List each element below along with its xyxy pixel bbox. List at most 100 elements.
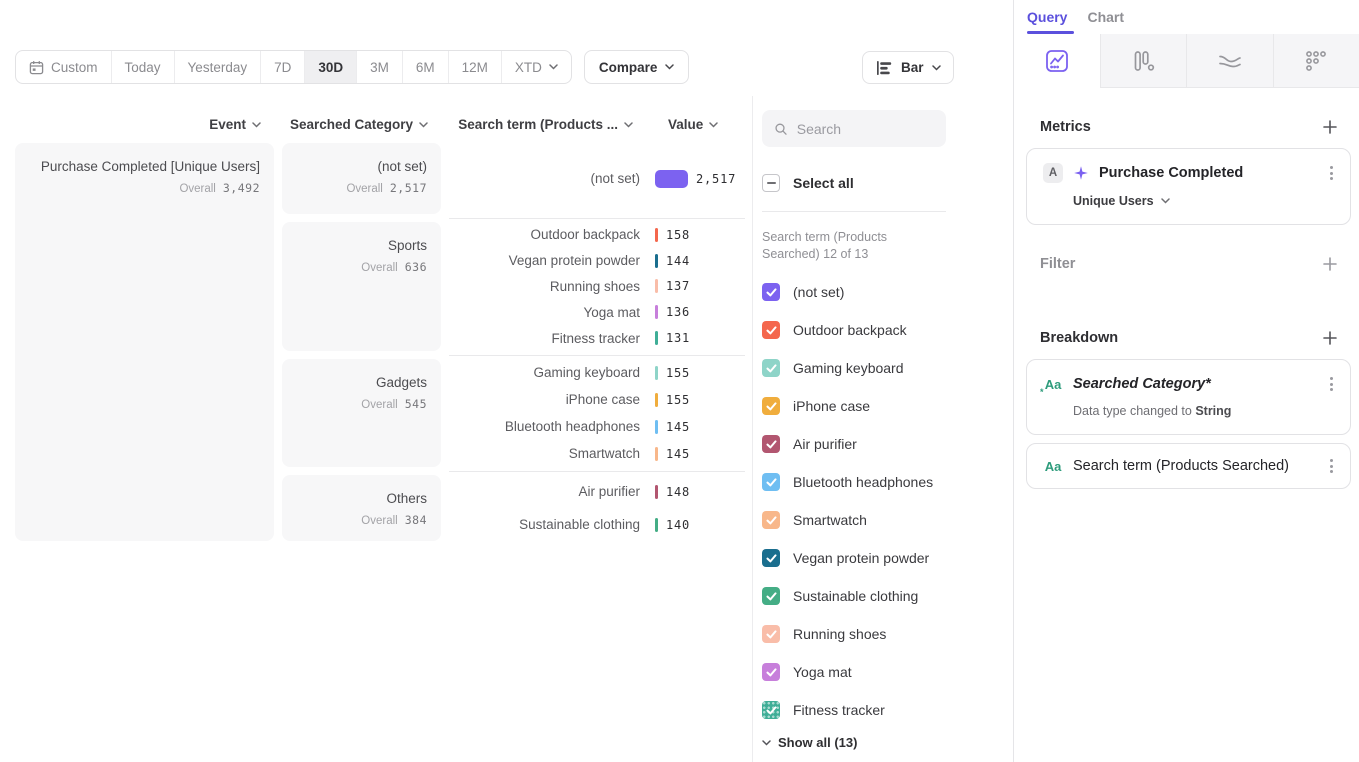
legend-item-list: (not set)Outdoor backpack Gaming keyboard… [762, 273, 946, 729]
chevron-down-icon [665, 64, 674, 70]
breakdown-card-searched-category[interactable]: Aa* Searched Category* Data type changed… [1026, 359, 1351, 435]
chart-type-button[interactable]: Bar [862, 51, 954, 84]
breakdown-section-heading: Breakdown [1040, 329, 1339, 347]
table-row[interactable]: (not set)2,517 [449, 143, 745, 214]
visualization-tabs [1014, 34, 1359, 88]
filter-option-outdoor-backpack[interactable]: Outdoor backpack [762, 311, 946, 349]
tab-query[interactable]: Query [1027, 9, 1067, 34]
table-row[interactable]: Smartwatch145 [449, 440, 745, 467]
term-label: Air purifier [449, 484, 640, 499]
category-card-not-set[interactable]: (not set)Overall2,517 [282, 143, 441, 214]
checkbox[interactable] [762, 321, 780, 339]
filter-option-smartwatch[interactable]: Smartwatch [762, 501, 946, 539]
table-row[interactable]: Fitness tracker131 [449, 325, 745, 351]
checkbox[interactable] [762, 663, 780, 681]
table-row[interactable]: Running shoes137 [449, 274, 745, 300]
value-bar [655, 279, 658, 293]
table-row[interactable]: Air purifier148 [449, 475, 745, 508]
column-header-search-term[interactable]: Search term (Products ... [400, 117, 633, 132]
filter-option-sustainable-clothing[interactable]: Sustainable clothing [762, 577, 946, 615]
add-filter-button[interactable] [1321, 255, 1339, 273]
flows-icon [1217, 49, 1243, 73]
check-icon [766, 592, 777, 601]
category-overall: Overall384 [292, 513, 427, 527]
table-row[interactable]: Gaming keyboard 155 [449, 359, 745, 386]
filter-option-not-set[interactable]: (not set) [762, 273, 946, 311]
date-range-xtd[interactable]: XTD [501, 51, 571, 83]
search-input[interactable] [797, 121, 934, 137]
checkbox[interactable] [762, 283, 780, 301]
checkbox[interactable] [762, 625, 780, 643]
column-header-event[interactable]: Event [15, 117, 261, 132]
filter-option-running-shoes[interactable]: Running shoes [762, 615, 946, 653]
term-value: 140 [666, 518, 690, 532]
kebab-menu-icon[interactable] [1327, 456, 1336, 476]
checkbox[interactable] [762, 473, 780, 491]
date-range-12m[interactable]: 12M [448, 51, 501, 83]
table-row[interactable]: Bluetooth headphones145 [449, 413, 745, 440]
select-all-option[interactable]: Select all [762, 174, 946, 192]
table-row[interactable]: iPhone case155 [449, 386, 745, 413]
select-all-checkbox[interactable] [762, 174, 780, 192]
kebab-menu-icon[interactable] [1327, 163, 1336, 183]
filter-option-iphone-case[interactable]: iPhone case [762, 387, 946, 425]
checkbox[interactable] [762, 359, 780, 377]
term-value: 2,517 [696, 172, 736, 186]
event-card[interactable]: Purchase Completed [Unique Users] Overal… [15, 143, 274, 541]
metrics-section-heading: Metrics [1040, 118, 1339, 136]
show-all-button[interactable]: Show all (13) [762, 735, 946, 750]
metric-measure-dropdown[interactable]: Unique Users [1073, 194, 1336, 208]
date-range-7d[interactable]: 7D [260, 51, 304, 83]
filter-option-gaming-keyboard[interactable]: Gaming keyboard [762, 349, 946, 387]
filter-option-air-purifier[interactable]: Air purifier [762, 425, 946, 463]
legend-caption: Search term (Products Searched) 12 of 13 [762, 229, 946, 262]
tab-flows[interactable] [1186, 34, 1273, 88]
table-row[interactable]: Yoga mat136 [449, 299, 745, 325]
checkbox[interactable] [762, 397, 780, 415]
metric-card[interactable]: A Purchase Completed Unique Users [1026, 148, 1351, 225]
date-range-6m[interactable]: 6M [402, 51, 448, 83]
checkbox[interactable] [762, 701, 780, 719]
filter-option-label: Running shoes [793, 626, 886, 642]
category-card-gadgets[interactable]: GadgetsOverall545 [282, 359, 441, 467]
chevron-down-icon [762, 740, 771, 746]
value-bar [655, 518, 658, 532]
table-row[interactable]: Sustainable clothing140 [449, 508, 745, 541]
filter-option-yoga-mat[interactable]: Yoga mat [762, 653, 946, 691]
checkbox[interactable] [762, 587, 780, 605]
table-row[interactable]: Outdoor backpack158 [449, 222, 745, 248]
term-value: 155 [666, 366, 690, 380]
checkbox[interactable] [762, 511, 780, 529]
category-card-others[interactable]: OthersOverall384 [282, 475, 441, 541]
category-card-sports[interactable]: SportsOverall636 [282, 222, 441, 351]
breakdown-card-search-term[interactable]: Aa Search term (Products Searched) [1026, 443, 1351, 489]
term-label: Yoga mat [449, 305, 640, 320]
tab-funnels[interactable] [1100, 34, 1187, 88]
tab-insights[interactable] [1014, 34, 1100, 88]
date-range-30d[interactable]: 30D [304, 51, 356, 83]
term-value: 155 [666, 393, 690, 407]
add-metric-button[interactable] [1321, 118, 1339, 136]
date-range-3m[interactable]: 3M [356, 51, 402, 83]
filter-option-bluetooth-headphones[interactable]: Bluetooth headphones [762, 463, 946, 501]
filter-option-fitness-tracker[interactable]: Fitness tracker [762, 691, 946, 729]
category-overall: Overall2,517 [292, 181, 427, 195]
term-label: Gaming keyboard [449, 365, 640, 380]
date-range-yesterday[interactable]: Yesterday [174, 51, 261, 83]
table-row[interactable]: Vegan protein powder144 [449, 248, 745, 274]
add-breakdown-button[interactable] [1321, 329, 1339, 347]
checkbox[interactable] [762, 549, 780, 567]
date-range-custom[interactable]: Custom [16, 51, 111, 83]
value-bar [655, 485, 658, 499]
tab-chart[interactable]: Chart [1087, 9, 1124, 34]
check-icon [766, 326, 777, 335]
filter-option-label: Gaming keyboard [793, 360, 904, 376]
compare-button[interactable]: Compare [584, 50, 690, 84]
checkbox[interactable] [762, 435, 780, 453]
date-range-today[interactable]: Today [111, 51, 174, 83]
select-all-label: Select all [793, 175, 854, 191]
tab-retention[interactable] [1273, 34, 1359, 88]
kebab-menu-icon[interactable] [1327, 374, 1336, 394]
filter-option-vegan-protein-powder[interactable]: Vegan protein powder [762, 539, 946, 577]
column-header-value[interactable]: Value [668, 117, 738, 132]
